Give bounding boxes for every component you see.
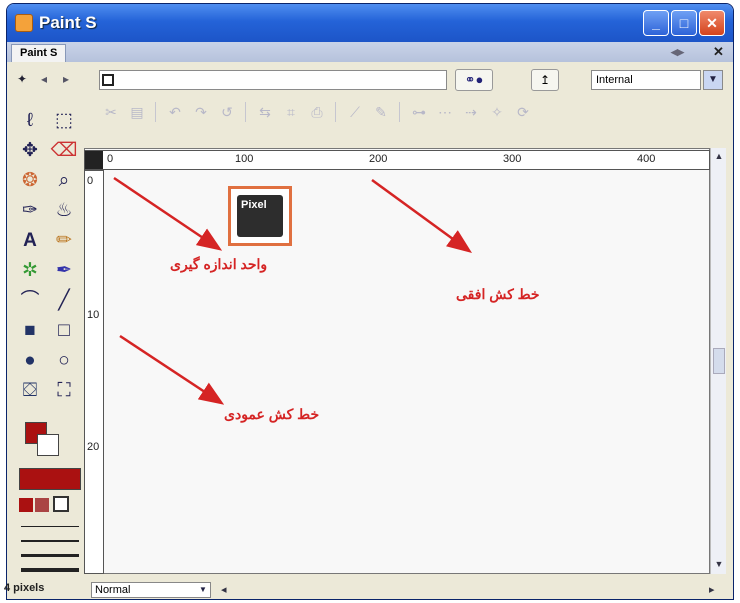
ellipse-icon[interactable]: ○	[49, 346, 79, 376]
line-width-4[interactable]	[21, 568, 79, 572]
chevron-down-icon[interactable]: ▼	[703, 70, 723, 90]
filled-rect-icon[interactable]: ■	[15, 316, 45, 346]
ruler-tick-label: 20	[87, 441, 100, 453]
filled-polygon-icon[interactable]: ⛋	[15, 376, 45, 406]
fill-mode-outline-icon[interactable]	[35, 498, 49, 512]
ruler-unit-button[interactable]	[85, 151, 103, 169]
ruler-tick-label: 200	[369, 153, 388, 165]
ruler-tick-label: 0	[107, 153, 114, 165]
line-tool-icon[interactable]: ⟋	[345, 102, 365, 122]
line-width-3[interactable]	[21, 554, 79, 557]
dash-style-icon[interactable]: ⋯	[435, 102, 455, 122]
globe-button[interactable]: ⚭●	[455, 69, 493, 91]
tab-close-icon[interactable]: ✕	[713, 44, 724, 60]
lasso-icon[interactable]: ℓ	[15, 106, 45, 136]
crop-icon[interactable]: ⌗	[281, 102, 301, 122]
cut-icon[interactable]: ✂	[101, 102, 121, 122]
pencil-icon[interactable]: ✏	[49, 226, 79, 256]
scroll-thumb[interactable]	[713, 348, 725, 374]
document-tab-bar: Paint S ◂▸ ✕	[7, 42, 733, 62]
flip-icon[interactable]: ⇆	[255, 102, 275, 122]
clone-icon[interactable]: ✲	[15, 256, 45, 286]
line-width-2[interactable]	[21, 540, 79, 542]
zoom-icon[interactable]: ⌕	[49, 166, 79, 196]
logo-text: Pixel	[237, 195, 283, 237]
home-icon[interactable]: ✦	[17, 72, 27, 86]
status-bar: Normal ▼ ◂ ▸	[91, 580, 733, 599]
arrow-style-icon[interactable]: ⇢	[461, 102, 481, 122]
line-width-label: 4 pixels	[4, 582, 45, 594]
tab-scroll-icon[interactable]: ◂▸	[671, 44, 684, 60]
curve-icon[interactable]: ⌒	[15, 286, 45, 316]
move-icon[interactable]: ✥	[15, 136, 45, 166]
scroll-down-icon[interactable]: ▼	[711, 556, 727, 572]
navigation-row: ✦ ◂ ▸ ⚭● ↥ Internal ▼	[7, 64, 733, 94]
undo-icon[interactable]: ↺	[217, 102, 237, 122]
profile-select[interactable]: Internal	[591, 70, 701, 90]
ruler-tick-label: 0	[87, 175, 94, 187]
print-icon[interactable]: ⎙	[307, 102, 327, 122]
fill-mode-solid-icon[interactable]	[19, 498, 33, 512]
canvas[interactable]	[84, 148, 710, 574]
back-arrow-icon[interactable]: ◂	[41, 72, 47, 86]
scroll-up-icon[interactable]: ▲	[711, 148, 727, 164]
pixel-logo: Pixel	[228, 186, 292, 246]
fill-icon[interactable]: ❂	[15, 166, 45, 196]
maximize-button[interactable]: □	[671, 10, 697, 36]
tool-palette: ℓ ⬚ ✥ ⌫ ❂ ⌕ ✑ ♨ A ✏ ✲ ✒ ⌒ ╱ ■ □ ● ○ ⛋ ⛶	[9, 96, 91, 596]
eraser-icon[interactable]: ⌫	[49, 136, 79, 166]
annotation-unit: واحد اندازه گیری	[170, 256, 268, 272]
annotation-horizontal-ruler: خط کش افقی	[456, 286, 540, 302]
toolbar-divider	[155, 102, 156, 122]
edit-toolbar: ✂ ▤ ↶ ↷ ↺ ⇆ ⌗ ⎙ ⟋ ✎ ⊶ ⋯ ⇢ ✧ ⟳	[91, 94, 731, 128]
vertical-ruler: 0 10 20	[84, 170, 104, 574]
pencil-small-icon[interactable]: ✎	[371, 102, 391, 122]
rect-icon[interactable]: □	[49, 316, 79, 346]
background-color[interactable]	[37, 434, 59, 456]
bucket-icon[interactable]: ♨	[49, 196, 79, 226]
title-bar[interactable]: Paint S _ □ ✕	[7, 4, 733, 42]
chevron-down-icon[interactable]: ▼	[196, 583, 210, 597]
marquee-icon[interactable]: ⬚	[49, 106, 79, 136]
text-tool-icon[interactable]: A	[15, 226, 45, 256]
brush-icon[interactable]: ✒	[49, 256, 79, 286]
scroll-left-icon[interactable]: ◂	[221, 583, 227, 596]
app-icon	[15, 14, 33, 32]
refresh-icon[interactable]: ⟳	[513, 102, 533, 122]
toolbar-divider	[245, 102, 246, 122]
scroll-right-icon[interactable]: ▸	[709, 583, 715, 596]
page-icon	[102, 74, 114, 86]
star-icon[interactable]: ✧	[487, 102, 507, 122]
ruler-tick-label: 10	[87, 309, 100, 321]
line-style-icon[interactable]: ⊶	[409, 102, 429, 122]
line-icon[interactable]: ╱	[49, 286, 79, 316]
minimize-button[interactable]: _	[643, 10, 669, 36]
ruler-tick-label: 300	[503, 153, 522, 165]
toolbar-divider	[335, 102, 336, 122]
blend-mode-value: Normal	[95, 584, 131, 596]
line-width-1[interactable]	[21, 526, 79, 527]
rotate-left-icon[interactable]: ↶	[165, 102, 185, 122]
paste-icon[interactable]: ▤	[127, 102, 147, 122]
polygon-icon[interactable]: ⛶	[49, 376, 79, 406]
fill-mode-none-icon[interactable]	[53, 496, 69, 512]
toolbar-divider	[399, 102, 400, 122]
window-title: Paint S	[39, 13, 97, 32]
rotate-right-icon[interactable]: ↷	[191, 102, 211, 122]
color-bar[interactable]	[19, 468, 81, 490]
document-tab[interactable]: Paint S	[11, 44, 67, 62]
close-button[interactable]: ✕	[699, 10, 725, 36]
forward-arrow-icon[interactable]: ▸	[63, 72, 69, 86]
ruler-tick-label: 400	[637, 153, 656, 165]
horizontal-ruler: 0 100 200 300 400	[84, 150, 710, 170]
blend-mode-select[interactable]: Normal ▼	[91, 582, 211, 598]
vertical-scrollbar[interactable]: ▲ ▼	[710, 148, 726, 574]
pin-button[interactable]: ↥	[531, 69, 559, 91]
filled-ellipse-icon[interactable]: ●	[15, 346, 45, 376]
annotation-vertical-ruler: خط کش عمودی	[224, 406, 320, 422]
eyedropper-icon[interactable]: ✑	[15, 196, 45, 226]
ruler-tick-label: 100	[235, 153, 254, 165]
address-input[interactable]	[99, 70, 447, 90]
